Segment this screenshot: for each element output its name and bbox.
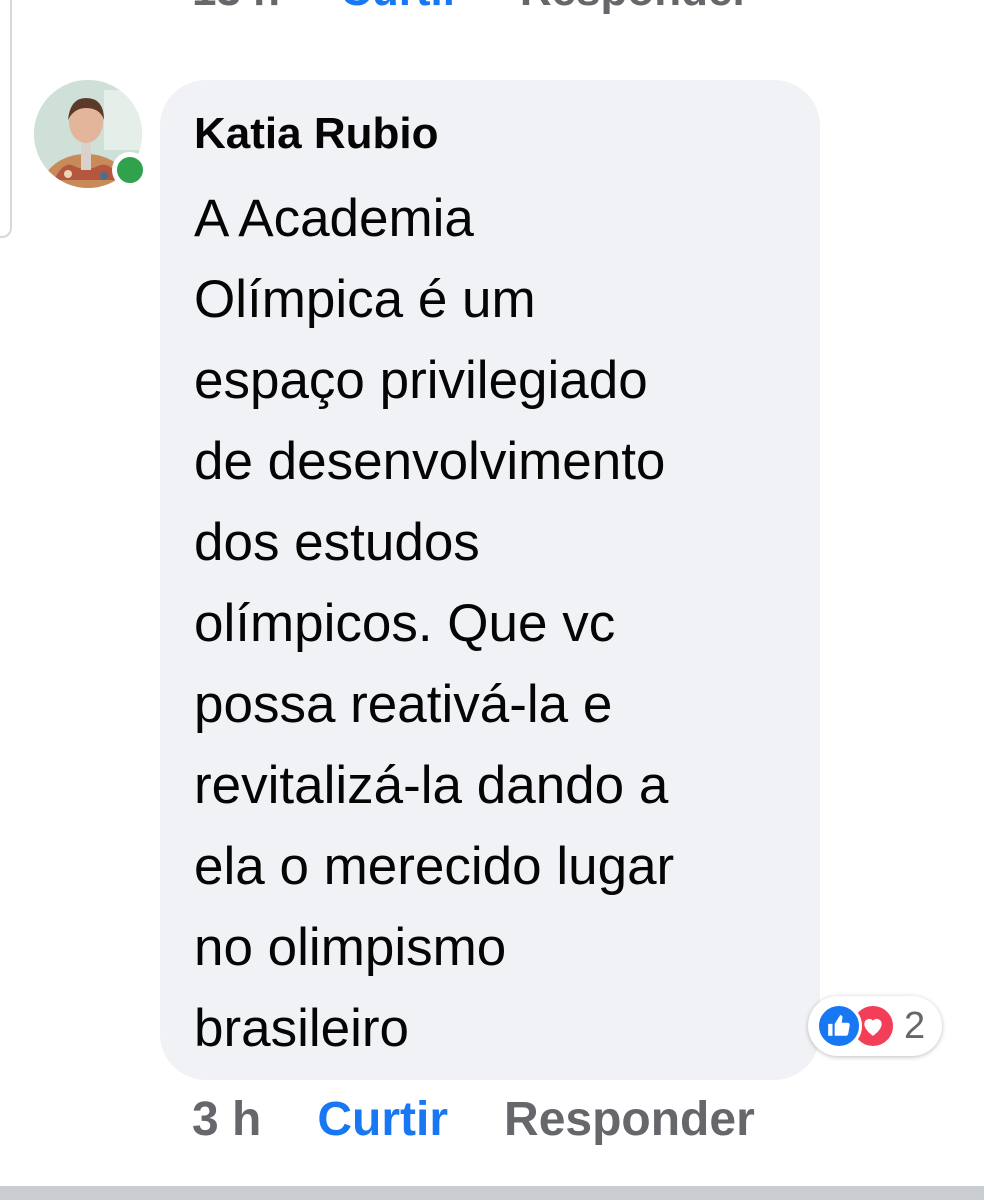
comment-text-line: olímpicos. Que vc (194, 594, 616, 653)
like-icon (816, 1003, 862, 1049)
bottom-divider (0, 1186, 984, 1200)
reaction-count: 2 (904, 1004, 926, 1047)
comment-text-line: revitalizá-la dando a (194, 756, 669, 815)
reply-button[interactable]: Responder (504, 1092, 755, 1147)
previous-like-button[interactable]: Curtir (340, 0, 460, 15)
previous-comment-actions: 13 h Curtir Responder (192, 0, 810, 16)
comment-time[interactable]: 3 h (192, 1092, 261, 1147)
comment-bubble: Katia Rubio A Academia Olímpica é um esp… (160, 80, 820, 1080)
comment-text-line: espaço privilegiado (194, 351, 648, 410)
reaction-summary[interactable]: 2 (808, 996, 942, 1056)
comment-text-line: ela o merecido lugar (194, 837, 675, 896)
comment-text-line: possa reativá-la e (194, 675, 613, 734)
comment-text: A Academia Olímpica é um espaço privileg… (194, 178, 794, 1069)
comment-actions: 3 h Curtir Responder (192, 1092, 755, 1147)
comment-text-line: no olimpismo (194, 918, 507, 977)
comment-text-line: dos estudos (194, 513, 480, 572)
thread-connector-line (0, 0, 12, 238)
previous-comment-time: 13 h (192, 0, 280, 15)
comment-text-line: brasileiro (194, 999, 410, 1058)
like-button[interactable]: Curtir (317, 1092, 448, 1147)
comment-text-line: Olímpica é um (194, 270, 536, 329)
comment-text-line: de desenvolvimento (194, 432, 666, 491)
comment-text-line: A Academia (194, 189, 474, 248)
comment-author[interactable]: Katia Rubio (194, 106, 786, 162)
online-status-indicator (112, 152, 148, 188)
previous-reply-button[interactable]: Responder (520, 0, 750, 15)
